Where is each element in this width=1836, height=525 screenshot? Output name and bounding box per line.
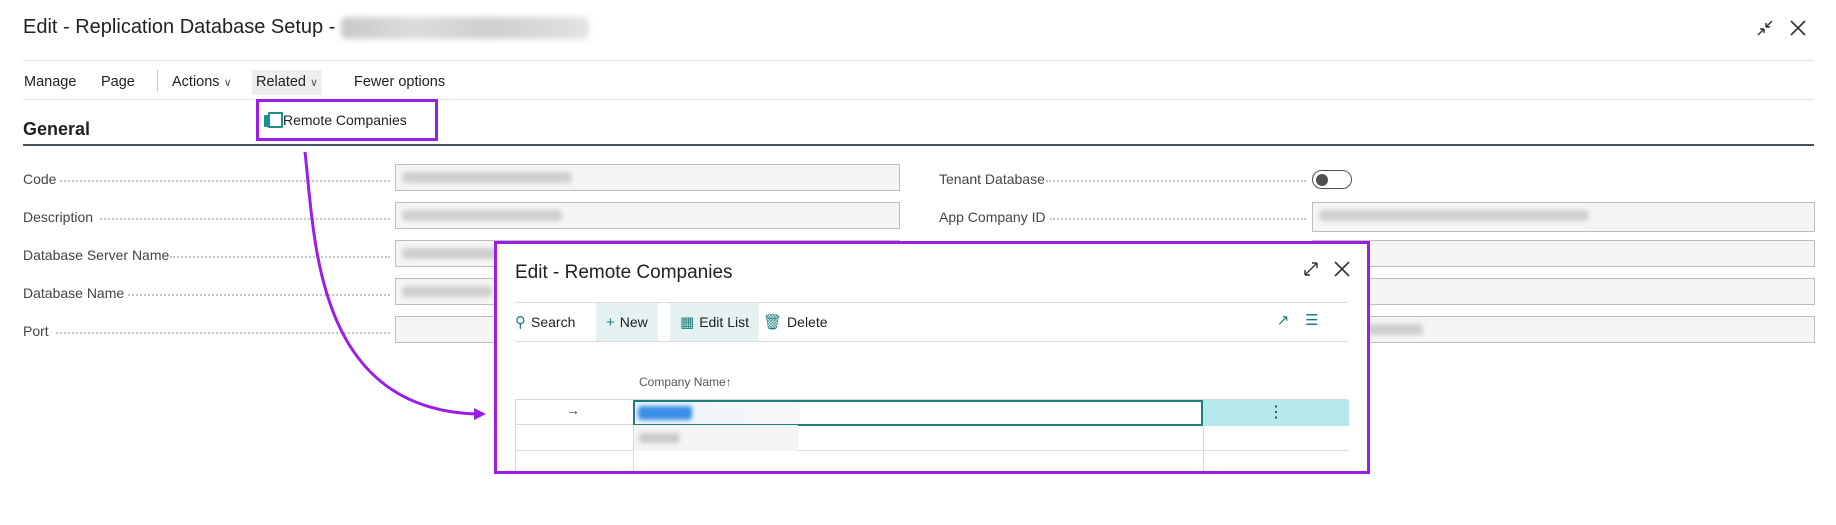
menu-actions[interactable]: Actions ∨ <box>172 70 232 95</box>
field-label-port: Port <box>23 323 49 339</box>
field-label-app-company-id: App Company ID <box>939 209 1046 225</box>
remote-companies-icon <box>263 112 283 128</box>
chevron-down-icon: ∨ <box>309 77 319 89</box>
leader-dots <box>100 218 390 220</box>
right-field-5[interactable] <box>1312 316 1815 343</box>
field-label-database-name: Database Name <box>23 285 125 301</box>
toolbar-divider <box>515 341 1348 342</box>
table-row[interactable] <box>515 451 1348 471</box>
cell-divider <box>633 425 634 451</box>
redacted-value <box>402 248 502 259</box>
remote-companies-dialog: Edit - Remote Companies ⚲ Search + New ▦ Ed… <box>494 241 1370 474</box>
new-button[interactable]: + New <box>596 303 658 341</box>
field-label-tenant-database: Tenant Database <box>939 171 1045 187</box>
edit-list-button[interactable]: ▦ Edit List <box>670 303 759 341</box>
leader-dots <box>1046 180 1306 182</box>
redacted-record-name <box>341 16 590 39</box>
section-general-title[interactable]: General <box>23 119 90 140</box>
menu-related[interactable]: Related ∨ <box>252 70 323 95</box>
share-icon[interactable]: ↗ <box>1273 311 1293 329</box>
menu-page[interactable]: Page <box>101 70 135 94</box>
redacted-value <box>402 172 572 183</box>
leader-dots <box>170 256 390 258</box>
new-label: New <box>619 314 648 330</box>
row-menu-button[interactable]: ⋮ <box>1203 400 1349 426</box>
leader-dots <box>56 332 390 334</box>
code-field[interactable] <box>395 164 900 191</box>
section-underline <box>23 144 1814 146</box>
cell-divider <box>1203 425 1204 451</box>
close-icon[interactable] <box>1787 18 1809 40</box>
edit-list-icon: ▦ <box>680 314 695 331</box>
leader-dots <box>1050 218 1306 220</box>
redacted-value <box>1319 210 1589 221</box>
column-company-name-label: Company Name <box>639 375 726 389</box>
remote-companies-label: Remote Companies <box>283 112 407 128</box>
leader-dots <box>128 294 390 296</box>
company-name-cell[interactable] <box>633 400 1203 426</box>
column-header-company-name[interactable]: Company Name↑ <box>639 375 732 389</box>
description-field[interactable] <box>395 202 900 229</box>
sort-ascending-icon: ↑ <box>725 375 732 389</box>
field-label-database-server-name: Database Server Name <box>23 247 170 263</box>
delete-label: Delete <box>787 314 828 330</box>
cell-divider <box>1203 451 1204 471</box>
redacted-company-name <box>638 406 692 420</box>
search-icon: ⚲ <box>515 314 526 331</box>
search-button[interactable]: ⚲ Search <box>505 303 585 341</box>
search-label: Search <box>531 314 576 330</box>
dialog-close-icon[interactable] <box>1331 260 1353 282</box>
table-row[interactable] <box>515 425 1348 451</box>
page-title-text: Edit - Replication Database Setup - <box>23 16 336 38</box>
collapse-icon[interactable] <box>1754 18 1776 40</box>
expand-icon[interactable] <box>1300 260 1322 282</box>
right-field-3[interactable] <box>1312 240 1815 267</box>
current-row-arrow-icon: → <box>566 402 580 418</box>
header-divider <box>23 60 1814 61</box>
leader-dots <box>60 180 390 182</box>
redacted-value <box>1363 324 1423 335</box>
delete-button[interactable]: 🗑 Delete <box>753 303 838 341</box>
right-field-4[interactable] <box>1312 278 1815 305</box>
menu-divider <box>157 70 158 92</box>
trash-icon: 🗑 <box>763 314 783 331</box>
plus-icon: + <box>606 314 615 331</box>
toggle-knob <box>1316 173 1328 186</box>
edit-list-label: Edit List <box>699 314 749 330</box>
menu-related-label: Related <box>256 74 306 90</box>
dialog-title: Edit - Remote Companies <box>515 262 733 283</box>
field-label-code: Code <box>23 171 57 187</box>
tenant-database-toggle[interactable] <box>1312 170 1352 189</box>
menu-item-remote-companies[interactable]: Remote Companies <box>263 111 407 129</box>
table-row[interactable]: → ⋮ <box>515 399 1349 426</box>
chevron-down-icon: ∨ <box>223 77 232 89</box>
field-label-description: Description <box>23 209 94 225</box>
app-company-id-field[interactable] <box>1312 202 1815 232</box>
redacted-company-name <box>639 433 679 443</box>
menu-actions-label: Actions <box>172 74 220 90</box>
related-dropdown: Remote Companies <box>256 99 438 141</box>
menu-fewer-options[interactable]: Fewer options <box>354 70 445 94</box>
page-title: Edit - Replication Database Setup - <box>23 16 590 39</box>
cell-divider <box>633 451 634 471</box>
redacted-value <box>402 286 492 297</box>
menu-manage[interactable]: Manage <box>24 70 76 94</box>
list-view-icon[interactable]: ☰ <box>1302 311 1322 329</box>
redacted-value <box>402 210 562 221</box>
